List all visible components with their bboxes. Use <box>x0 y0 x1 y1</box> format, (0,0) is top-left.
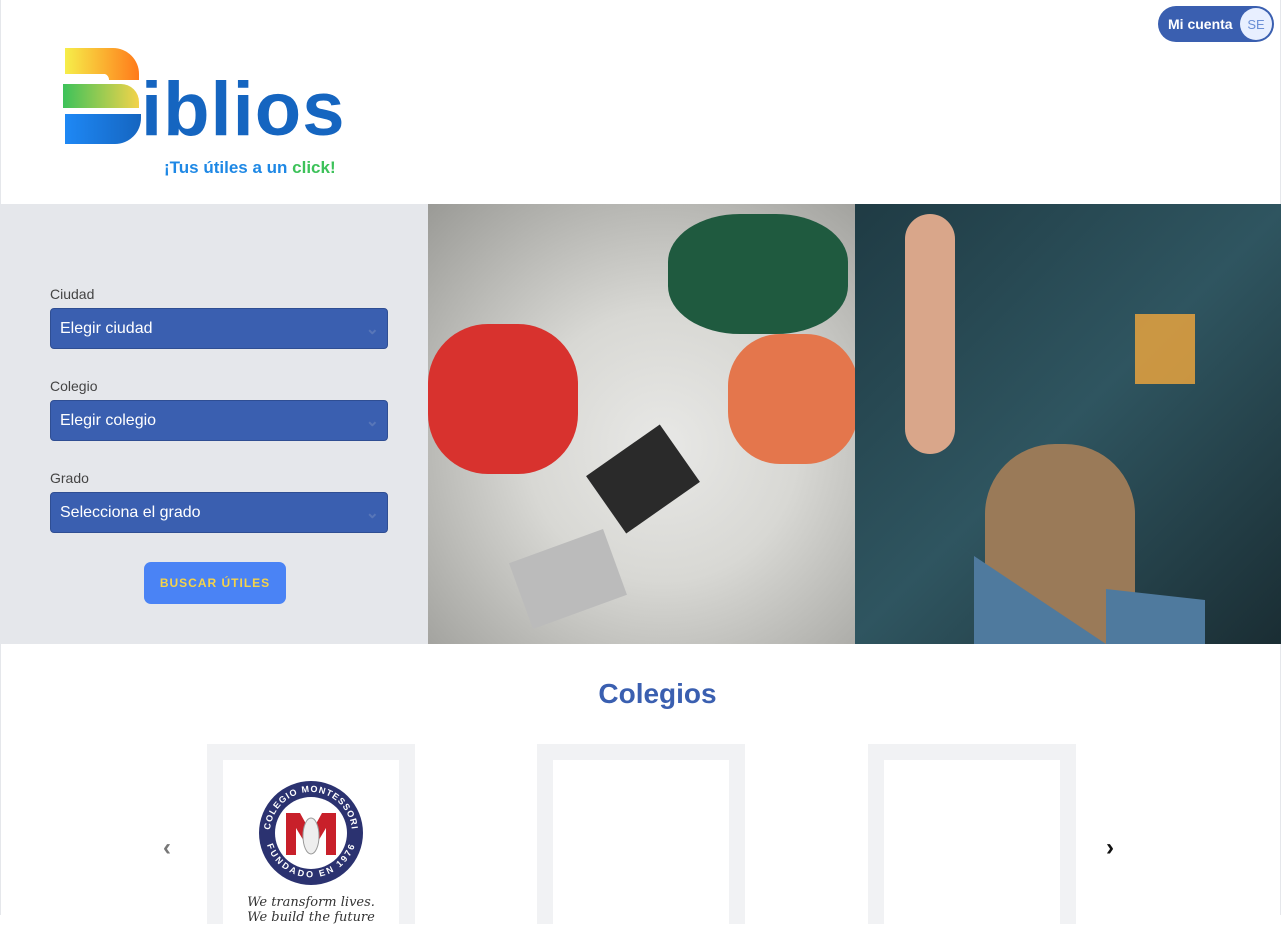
logo-wordmark: iblios <box>141 67 346 152</box>
carousel-next-button[interactable]: › <box>1106 834 1114 862</box>
grade-select[interactable]: Selecciona el grado ⌄ <box>50 492 388 533</box>
carousel-prev-button[interactable]: ‹ <box>163 834 171 862</box>
tagline-main: ¡Tus útiles a un <box>164 158 293 177</box>
city-label: Ciudad <box>50 286 95 302</box>
avatar: SE <box>1240 8 1272 40</box>
tagline-accent: click! <box>292 158 336 177</box>
city-select[interactable]: Elegir ciudad ⌄ <box>50 308 388 349</box>
hero-section: Ciudad Elegir ciudad ⌄ Colegio Elegir col… <box>1 204 1281 644</box>
account-label: Mi cuenta <box>1168 16 1233 32</box>
schools-heading: Colegios <box>598 678 717 709</box>
students-studying-photo <box>428 204 855 644</box>
school-card[interactable] <box>868 744 1076 930</box>
biblios-logo[interactable]: iblios ¡Tus útiles a un click! <box>61 46 344 177</box>
grade-label: Grado <box>50 470 89 486</box>
chevron-down-icon: ⌄ <box>365 505 379 522</box>
school-card[interactable]: COLEGIO MONTESSORI FUNDADO EN 1976 We tr… <box>207 744 415 930</box>
motto-line-1: We transform lives. <box>247 895 375 910</box>
tagline: ¡Tus útiles a un click! <box>164 158 336 178</box>
motto-line-2: We build the future <box>247 909 375 925</box>
school-select-value: Elegir colegio <box>60 411 157 429</box>
school-label: Colegio <box>50 378 98 394</box>
classroom-raised-hand-photo <box>855 204 1281 644</box>
montessori-logo: COLEGIO MONTESSORI FUNDADO EN 1976 <box>259 781 363 885</box>
search-form: Ciudad Elegir ciudad ⌄ Colegio Elegir col… <box>1 204 428 644</box>
grade-select-value: Selecciona el grado <box>60 503 201 521</box>
city-select-value: Elegir ciudad <box>60 319 153 337</box>
search-supplies-button[interactable]: BUSCAR ÚTILES <box>144 562 286 604</box>
chevron-down-icon: ⌄ <box>365 321 379 338</box>
school-select[interactable]: Elegir colegio ⌄ <box>50 400 388 441</box>
logo-b-icon <box>63 48 141 144</box>
school-card[interactable] <box>537 744 745 930</box>
my-account-button[interactable]: Mi cuenta SE <box>1158 6 1274 42</box>
chevron-down-icon: ⌄ <box>365 413 379 430</box>
